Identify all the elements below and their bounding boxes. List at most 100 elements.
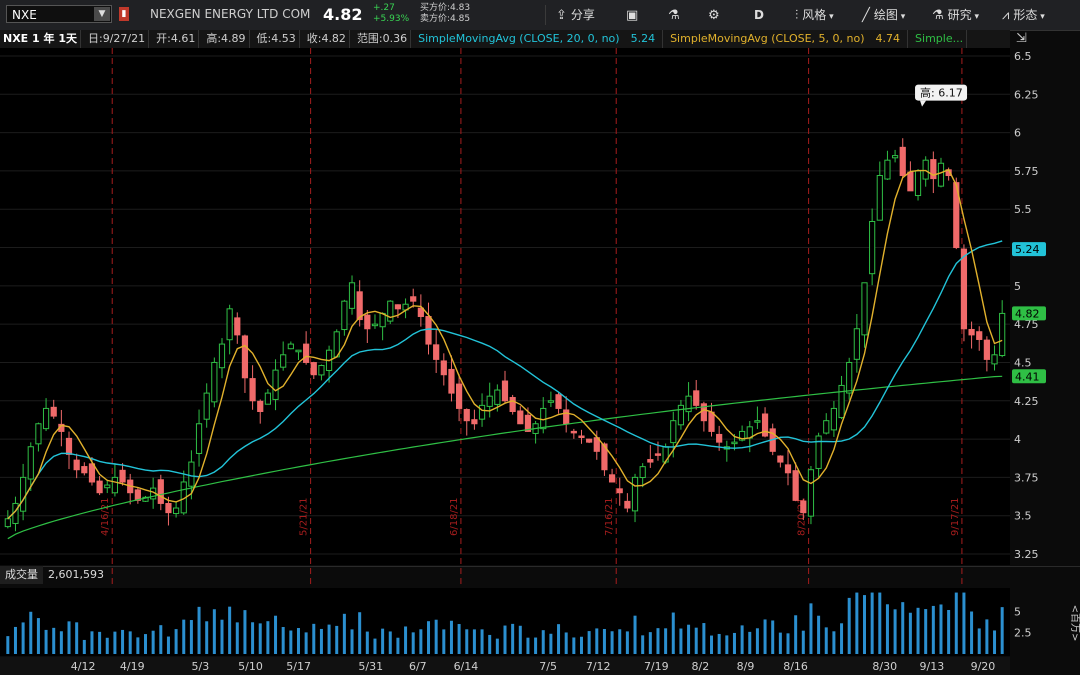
candle-body bbox=[846, 361, 853, 394]
expiry-label: 7/16/21 bbox=[604, 497, 615, 536]
volume-bar bbox=[388, 631, 392, 654]
volume-bar bbox=[335, 625, 339, 654]
study-button[interactable]: ⚗ 研究 ▾ bbox=[932, 0, 979, 30]
flask-button[interactable]: ⚗ bbox=[668, 0, 684, 30]
volume-bar bbox=[434, 619, 438, 654]
price-tick-label: 4 bbox=[1014, 433, 1021, 446]
date-tick-label: 6/7 bbox=[409, 660, 427, 673]
volume-bar bbox=[931, 605, 935, 654]
callout-text: 高: 6.17 bbox=[920, 86, 963, 100]
volume-bar bbox=[595, 628, 599, 654]
volume-bar bbox=[534, 637, 538, 654]
candle-body bbox=[295, 349, 302, 353]
candle-body bbox=[448, 368, 455, 394]
pattern-icon: ⩘ bbox=[1002, 8, 1010, 23]
volume-bar bbox=[52, 627, 56, 654]
volume-bar bbox=[870, 592, 874, 654]
volume-bar bbox=[174, 629, 178, 654]
volume-bar bbox=[840, 623, 844, 654]
candle-body bbox=[471, 419, 478, 425]
candle-body bbox=[838, 384, 845, 419]
candle-body bbox=[88, 463, 96, 483]
sma20-badge-text: 5.24 bbox=[1015, 243, 1040, 256]
candle-body bbox=[96, 480, 103, 494]
volume-bar bbox=[304, 632, 308, 654]
candle-body bbox=[983, 339, 990, 360]
candle-body bbox=[303, 343, 310, 363]
settings-button[interactable]: ⚙ bbox=[708, 0, 724, 30]
volume-label: 成交量 bbox=[0, 566, 43, 584]
volume-bar bbox=[319, 628, 323, 654]
volume-bar bbox=[235, 622, 239, 654]
candle-body bbox=[670, 420, 677, 444]
volume-bar bbox=[901, 602, 905, 654]
period-button[interactable]: D bbox=[754, 0, 764, 30]
candle-body bbox=[348, 282, 356, 309]
candle-body bbox=[241, 335, 249, 379]
ask-price: 卖方价:4.85 bbox=[420, 14, 471, 24]
volume-bar bbox=[212, 609, 216, 654]
volume-bar bbox=[159, 625, 163, 654]
date-tick-label: 4/12 bbox=[71, 660, 96, 673]
candle-body bbox=[410, 296, 417, 302]
chevron-down-icon: ▾ bbox=[826, 12, 834, 22]
volume-bar bbox=[503, 625, 507, 654]
volume-bar bbox=[358, 612, 362, 654]
volume-bar bbox=[281, 627, 285, 654]
candle-body bbox=[830, 407, 838, 431]
candle-body bbox=[884, 159, 891, 180]
ticker-input[interactable]: NXE ▼ bbox=[6, 5, 112, 23]
volume-bar bbox=[618, 629, 622, 654]
price-tick-label: 5 bbox=[1014, 280, 1021, 293]
volume-bar bbox=[327, 624, 331, 654]
candle-body bbox=[876, 175, 883, 221]
candle-body bbox=[968, 328, 975, 336]
date-tick-label: 9/13 bbox=[920, 660, 945, 673]
volume-bar bbox=[197, 606, 201, 654]
volume-bar bbox=[541, 630, 545, 654]
sma-more-study[interactable]: Simple... bbox=[912, 30, 968, 48]
price-chart[interactable]: 4/16/21 5/21/21 6/18/21 7/16/21 8/20/21 9/17/… bbox=[0, 48, 1080, 675]
candle-body bbox=[754, 420, 761, 423]
candle-body bbox=[42, 407, 50, 430]
volume-bar bbox=[947, 609, 951, 654]
candle-body bbox=[211, 361, 218, 403]
candle-body bbox=[624, 500, 631, 509]
volume-bar bbox=[656, 628, 660, 654]
volume-bar bbox=[182, 619, 186, 654]
collapse-icon[interactable]: ⇲ bbox=[1016, 31, 1027, 46]
candle-body bbox=[784, 464, 792, 474]
share-button[interactable]: ⇪ 分享 bbox=[556, 0, 595, 30]
draw-button[interactable]: ╱ 绘图 ▾ bbox=[862, 0, 905, 30]
volume-bar bbox=[564, 632, 568, 654]
candle-body bbox=[869, 220, 876, 275]
volume-bar bbox=[342, 613, 346, 654]
ticker-dropdown-icon[interactable]: ▼ bbox=[94, 7, 110, 21]
sma20-study[interactable]: SimpleMovingAvg (CLOSE, 20, 0, no) 5.24 bbox=[415, 30, 664, 48]
candle-body bbox=[195, 423, 203, 454]
style-label: 风格 bbox=[802, 8, 827, 22]
sma20-value: 5.24 bbox=[630, 32, 656, 45]
volume-bar bbox=[243, 610, 247, 654]
price-axis[interactable]: 6.56.2565.755.55.2554.754.54.2543.753.53… bbox=[1014, 50, 1039, 561]
style-button[interactable]: ⫶ 风格 ▾ bbox=[795, 0, 834, 30]
candle-body bbox=[761, 413, 769, 437]
volume-bar bbox=[427, 621, 431, 654]
panel-divider[interactable] bbox=[0, 566, 1080, 567]
volume-bar bbox=[916, 607, 920, 654]
candle-body bbox=[310, 362, 317, 376]
candle-body bbox=[547, 400, 554, 403]
volume-bar bbox=[59, 631, 63, 654]
sma5-study[interactable]: SimpleMovingAvg (CLOSE, 5, 0, no) 4.74 bbox=[667, 30, 909, 48]
snapshot-button[interactable]: ▣ bbox=[626, 0, 642, 30]
pattern-button[interactable]: ⩘ 形态 ▾ bbox=[1002, 0, 1045, 30]
date-tick-label: 5/10 bbox=[238, 660, 263, 673]
alert-flag-icon[interactable]: ▮ bbox=[119, 7, 129, 21]
volume-bar bbox=[832, 631, 836, 654]
volume-bar bbox=[710, 635, 714, 654]
candle-body bbox=[639, 466, 646, 479]
candle-body bbox=[807, 469, 815, 517]
volume-bar bbox=[740, 625, 744, 654]
volume-bar bbox=[29, 611, 33, 654]
volume-bar bbox=[549, 633, 553, 654]
